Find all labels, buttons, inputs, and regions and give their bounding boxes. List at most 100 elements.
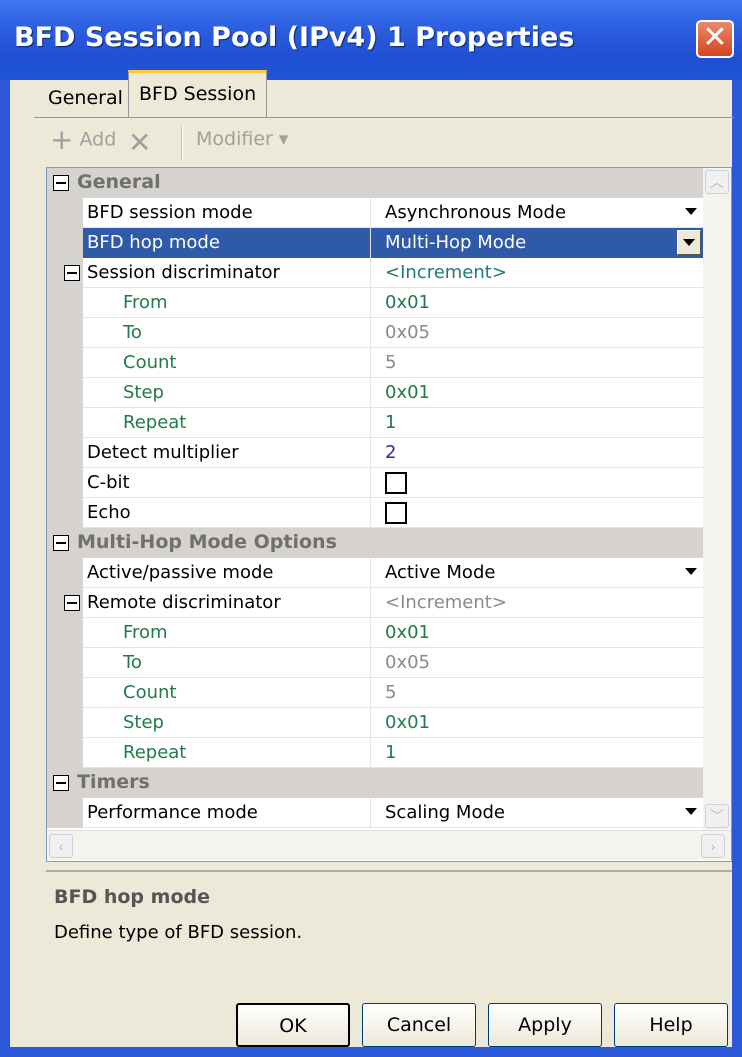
description-text: Define type of BFD session. — [54, 922, 303, 943]
apply-button[interactable]: Apply — [488, 1003, 602, 1047]
property-row[interactable]: To 0x05 — [47, 318, 703, 348]
property-value[interactable]: 1 — [371, 408, 703, 438]
property-row[interactable]: Repeat 1 — [47, 738, 703, 768]
property-row[interactable]: BFD session mode Asynchronous Mode — [47, 198, 703, 228]
cancel-button[interactable]: Cancel — [362, 1003, 476, 1047]
property-row[interactable]: To 0x05 — [47, 648, 703, 678]
tab-bfd-session[interactable]: BFD Session — [128, 70, 268, 118]
section-multihop[interactable]: Multi-Hop Mode Options — [47, 528, 703, 558]
section-label: Multi-Hop Mode Options — [77, 531, 337, 553]
close-icon: ✕ — [702, 21, 728, 54]
echo-checkbox[interactable] — [385, 502, 407, 524]
property-label: From — [83, 618, 371, 648]
property-value — [371, 468, 703, 498]
collapse-icon[interactable] — [53, 535, 69, 551]
scroll-left-icon[interactable]: ‹ — [49, 834, 73, 858]
property-label: Performance mode — [83, 798, 371, 828]
section-general[interactable]: General — [47, 168, 703, 198]
chevron-down-icon[interactable] — [685, 808, 697, 815]
property-value[interactable]: Asynchronous Mode — [371, 198, 703, 228]
section-label: General — [77, 171, 161, 193]
property-label: Detect multiplier — [83, 438, 371, 468]
property-row[interactable]: Repeat 1 — [47, 408, 703, 438]
section-label: Timers — [77, 771, 150, 793]
property-row-selected[interactable]: BFD hop mode Multi-Hop Mode — [47, 228, 703, 258]
property-value[interactable]: 5 — [371, 678, 703, 708]
scroll-up-icon[interactable]: ︿ — [705, 170, 729, 194]
chevron-down-icon — [683, 239, 695, 246]
tab-panel-border — [34, 117, 734, 118]
property-row[interactable]: Remote discriminator <Increment> — [47, 588, 703, 618]
property-value[interactable]: 5 — [371, 348, 703, 378]
property-value[interactable]: 0x05 — [371, 648, 703, 678]
close-button[interactable]: ✕ — [696, 20, 734, 58]
description-title: BFD hop mode — [54, 886, 210, 908]
collapse-icon[interactable] — [53, 175, 69, 191]
property-label: Count — [83, 348, 371, 378]
property-value[interactable]: <Increment> — [371, 588, 703, 618]
cbit-checkbox[interactable] — [385, 472, 407, 494]
add-label: Add — [79, 128, 117, 151]
property-value[interactable]: 1 — [371, 738, 703, 768]
modifier-button[interactable]: Modifier ▾ — [196, 128, 288, 150]
chevron-down-icon[interactable] — [685, 208, 697, 215]
property-row[interactable]: Performance mode Scaling Mode — [47, 798, 703, 828]
property-row[interactable]: Step 0x01 — [47, 378, 703, 408]
collapse-icon[interactable] — [64, 265, 80, 281]
property-value[interactable]: <Increment> — [371, 258, 703, 288]
property-label: To — [83, 648, 371, 678]
property-row[interactable]: From 0x01 — [47, 618, 703, 648]
dropdown-button[interactable] — [677, 230, 701, 255]
tab-general[interactable]: General — [40, 78, 131, 116]
property-value[interactable]: Active Mode — [371, 558, 703, 588]
property-value[interactable]: 0x05 — [371, 318, 703, 348]
property-label: C-bit — [83, 468, 371, 498]
property-value — [371, 498, 703, 528]
collapse-icon[interactable] — [53, 775, 69, 791]
property-value[interactable]: Scaling Mode — [371, 798, 703, 828]
property-value[interactable]: 0x01 — [371, 378, 703, 408]
property-row[interactable]: Active/passive mode Active Mode — [47, 558, 703, 588]
property-label: Repeat — [83, 738, 371, 768]
section-timers[interactable]: Timers — [47, 768, 703, 798]
property-row[interactable]: Step 0x01 — [47, 708, 703, 738]
property-row[interactable]: Count 5 — [47, 348, 703, 378]
property-label: Active/passive mode — [83, 558, 371, 588]
chevron-down-icon[interactable] — [685, 568, 697, 575]
collapse-icon[interactable] — [64, 595, 80, 611]
property-label: Count — [83, 678, 371, 708]
property-row[interactable]: Detect multiplier 2 — [47, 438, 703, 468]
delete-icon[interactable]: ✕ — [128, 126, 151, 159]
scroll-right-icon[interactable]: › — [701, 834, 725, 858]
property-label: Step — [83, 708, 371, 738]
property-value[interactable]: 2 — [371, 438, 703, 468]
property-value[interactable]: 0x01 — [371, 708, 703, 738]
ok-button[interactable]: OK — [236, 1003, 350, 1047]
property-label: BFD session mode — [83, 198, 371, 228]
window-title: BFD Session Pool (IPv4) 1 Properties — [14, 22, 575, 53]
property-row[interactable]: Count 5 — [47, 678, 703, 708]
property-row[interactable]: From 0x01 — [47, 288, 703, 318]
property-label: Step — [83, 378, 371, 408]
property-row[interactable]: Session discriminator <Increment> — [47, 258, 703, 288]
property-value-dropdown[interactable]: Multi-Hop Mode — [371, 228, 703, 258]
property-row[interactable]: C-bit — [47, 468, 703, 498]
property-label: BFD hop mode — [83, 228, 371, 258]
property-label: From — [83, 288, 371, 318]
property-value[interactable]: 0x01 — [371, 618, 703, 648]
property-label: Repeat — [83, 408, 371, 438]
toolbar-separator — [181, 126, 183, 160]
property-label: To — [83, 318, 371, 348]
property-label: Remote discriminator — [83, 588, 371, 618]
property-label: Echo — [83, 498, 371, 528]
vertical-scrollbar[interactable]: ︿ ﹀ — [703, 168, 731, 830]
properties-dialog: BFD Session Pool (IPv4) 1 Properties ✕ G… — [0, 0, 742, 1057]
help-button[interactable]: Help — [614, 1003, 728, 1047]
title-bar[interactable]: BFD Session Pool (IPv4) 1 Properties ✕ — [0, 0, 742, 80]
add-button[interactable]: + Add — [50, 126, 117, 154]
property-row[interactable]: Echo — [47, 498, 703, 528]
horizontal-scrollbar[interactable]: ‹ › — [47, 830, 731, 860]
property-grid: General BFD session mode Asynchronous Mo… — [46, 167, 732, 862]
property-value[interactable]: 0x01 — [371, 288, 703, 318]
scroll-down-icon[interactable]: ﹀ — [705, 804, 729, 828]
